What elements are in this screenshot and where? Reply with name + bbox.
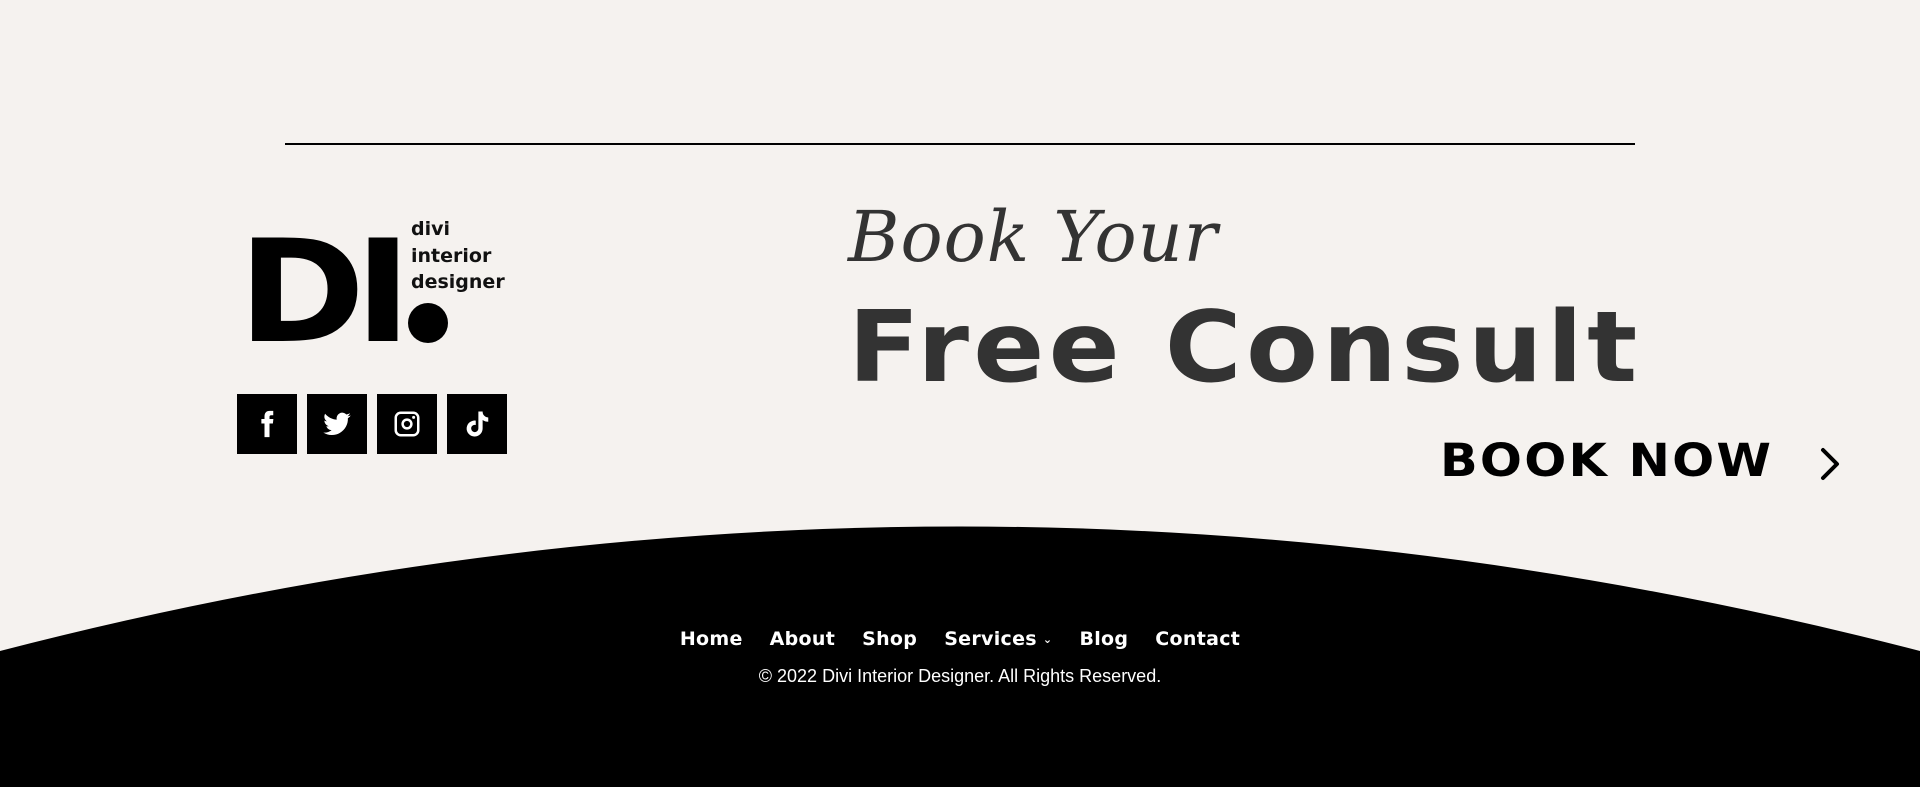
nav-label: Services	[944, 628, 1037, 650]
chevron-right-icon	[1821, 448, 1839, 480]
nav-label: Shop	[862, 628, 918, 650]
footer-nav-blog[interactable]: Blog	[1079, 628, 1128, 650]
nav-label: Contact	[1155, 628, 1241, 650]
footer-nav: Home About Shop Services ⌄ Blog Contact	[0, 628, 1920, 650]
facebook-icon	[261, 410, 274, 438]
cta-main-heading: Free Consult	[848, 291, 1642, 405]
logo-mark: DI	[238, 210, 412, 375]
book-now-button[interactable]: BOOK NOW	[1440, 436, 1839, 486]
footer-nav-about[interactable]: About	[770, 628, 835, 650]
nav-label: About	[769, 628, 836, 650]
logo-wordmark: divi interior designer	[411, 216, 505, 296]
social-links	[237, 394, 507, 454]
facebook-button[interactable]	[237, 394, 297, 454]
footer-nav-home[interactable]: Home	[680, 628, 743, 650]
cta-script-heading: Book Your	[848, 196, 1219, 278]
instagram-button[interactable]	[377, 394, 437, 454]
logo-text-line: divi	[411, 218, 451, 240]
footer-nav-shop[interactable]: Shop	[862, 628, 917, 650]
copyright-text: © 2022 Divi Interior Designer. All Right…	[758, 666, 1162, 686]
twitter-button[interactable]	[307, 394, 367, 454]
book-now-label: BOOK NOW	[1440, 434, 1774, 487]
nav-label: Blog	[1079, 628, 1129, 650]
footer-curve-background	[0, 526, 1920, 787]
chevron-down-icon: ⌄	[1042, 632, 1053, 646]
logo-text-line: designer	[411, 271, 505, 293]
logo-text-line: interior	[411, 244, 492, 267]
twitter-icon	[323, 412, 351, 436]
section-divider	[285, 143, 1635, 145]
logo-dot	[408, 303, 448, 343]
nav-label: Home	[679, 628, 743, 650]
footer-nav-contact[interactable]: Contact	[1155, 628, 1240, 650]
site-logo[interactable]: DI divi interior designer	[238, 212, 518, 364]
footer-nav-services[interactable]: Services ⌄	[944, 628, 1052, 650]
tiktok-icon	[466, 411, 489, 437]
tiktok-button[interactable]	[447, 394, 507, 454]
instagram-icon	[394, 411, 420, 437]
